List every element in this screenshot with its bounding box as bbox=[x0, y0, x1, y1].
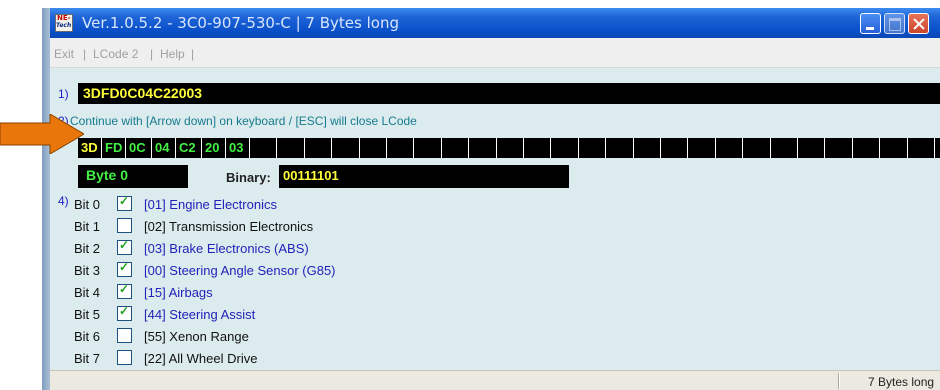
byte-cell[interactable] bbox=[716, 138, 744, 158]
bit-description: [44] Steering Assist bbox=[144, 307, 256, 322]
section-1-number: 1) bbox=[58, 87, 69, 101]
binary-value-box: 00111101 bbox=[279, 165, 569, 188]
byte-cell-value: 0C bbox=[129, 140, 146, 155]
menu-separator: | bbox=[83, 47, 87, 61]
bit-checkbox[interactable] bbox=[117, 350, 132, 365]
app-logo-top-text: NE- bbox=[57, 14, 71, 22]
menu-item-exit[interactable]: Exit bbox=[54, 47, 74, 61]
byte-cell-value: FD bbox=[105, 140, 123, 155]
byte-cell[interactable] bbox=[798, 138, 826, 158]
menu-separator: | bbox=[191, 47, 195, 61]
bit-checkbox[interactable] bbox=[117, 218, 132, 233]
lcode-window: NE- Tech Ver.1.0.5.2 - 3C0-907-530-C | 7… bbox=[50, 8, 940, 390]
byte-cell[interactable] bbox=[606, 138, 634, 158]
byte-cell[interactable] bbox=[579, 138, 607, 158]
byte-cell-value: 20 bbox=[205, 140, 220, 155]
menu-bar: Exit | LCode 2 | Help | bbox=[50, 38, 940, 68]
byte-cell[interactable] bbox=[634, 138, 661, 158]
byte-cell[interactable] bbox=[387, 138, 415, 158]
main-content: 1) 3DFD0C04C22003 2) Continue with [Arro… bbox=[50, 68, 940, 370]
byte-cell[interactable] bbox=[853, 138, 881, 158]
bit-description: [00] Steering Angle Sensor (G85) bbox=[144, 263, 336, 278]
byte-cell[interactable] bbox=[277, 138, 305, 158]
orange-arrow-icon bbox=[0, 114, 84, 154]
byte-cell[interactable]: 0C bbox=[126, 138, 152, 158]
menu-item-lcode2[interactable]: LCode 2 bbox=[93, 47, 138, 61]
bit-label: Bit 2 bbox=[74, 241, 101, 256]
minimize-button[interactable] bbox=[860, 13, 881, 34]
bit-description: [55] Xenon Range bbox=[144, 329, 249, 344]
byte-cell[interactable] bbox=[497, 138, 524, 158]
byte-cell[interactable] bbox=[305, 138, 333, 158]
bit-description: [15] Airbags bbox=[144, 285, 213, 300]
title-bar[interactable]: NE- Tech Ver.1.0.5.2 - 3C0-907-530-C | 7… bbox=[50, 8, 940, 38]
byte-cell[interactable] bbox=[661, 138, 689, 158]
byte-cell[interactable]: 20 bbox=[202, 138, 226, 158]
bit-description: [01] Engine Electronics bbox=[144, 197, 277, 212]
bit-description: [03] Brake Electronics (ABS) bbox=[144, 241, 309, 256]
menu-item-help[interactable]: Help bbox=[160, 47, 185, 61]
checkmark-icon: ✓ bbox=[119, 282, 130, 296]
byte-cell-value: C2 bbox=[179, 140, 196, 155]
app-logo-icon: NE- Tech bbox=[55, 14, 73, 32]
byte-cell[interactable] bbox=[524, 138, 552, 158]
screenshot-stage: NE- Tech Ver.1.0.5.2 - 3C0-907-530-C | 7… bbox=[0, 0, 940, 390]
bit-checkbox[interactable]: ✓ bbox=[117, 260, 132, 277]
checkmark-icon: ✓ bbox=[119, 238, 130, 252]
bit-checkbox[interactable] bbox=[117, 328, 132, 343]
byte-cell[interactable] bbox=[825, 138, 853, 158]
selected-byte-box: Byte 0 bbox=[78, 165, 188, 188]
app-logo-bottom-text: Tech bbox=[56, 22, 72, 29]
byte-cell[interactable] bbox=[908, 138, 935, 158]
byte-cell[interactable] bbox=[880, 138, 908, 158]
byte-cell-value: 04 bbox=[155, 140, 170, 155]
full-code-value: 3DFD0C04C22003 bbox=[83, 85, 203, 101]
byte-strip: 3D FD 0C 04 C2 20 03 bbox=[78, 138, 940, 158]
close-button[interactable] bbox=[908, 13, 929, 34]
bit-label: Bit 7 bbox=[74, 351, 101, 366]
checkmark-icon: ✓ bbox=[119, 304, 130, 318]
byte-cell[interactable] bbox=[360, 138, 387, 158]
bit-checkbox[interactable]: ✓ bbox=[117, 194, 132, 211]
byte-cell[interactable] bbox=[332, 138, 360, 158]
bit-checkbox[interactable]: ✓ bbox=[117, 304, 132, 321]
instruction-text: Continue with [Arrow down] on keyboard /… bbox=[70, 114, 417, 128]
checkmark-icon: ✓ bbox=[119, 194, 130, 208]
menu-separator: | bbox=[150, 47, 154, 61]
window-title: Ver.1.0.5.2 - 3C0-907-530-C | 7 Bytes lo… bbox=[82, 14, 399, 32]
full-code-field[interactable]: 3DFD0C04C22003 bbox=[78, 83, 940, 104]
status-text: 7 Bytes long bbox=[868, 375, 935, 389]
byte-cell[interactable]: 03 bbox=[226, 138, 250, 158]
bit-description: [02] Transmission Electronics bbox=[144, 219, 314, 234]
status-bar: 7 Bytes long bbox=[50, 370, 940, 390]
byte-cell[interactable] bbox=[414, 138, 442, 158]
maximize-button[interactable] bbox=[884, 13, 905, 34]
byte-cell-value: 03 bbox=[229, 140, 244, 155]
bit-label: Bit 5 bbox=[74, 307, 101, 322]
byte-cell[interactable] bbox=[688, 138, 716, 158]
byte-cell[interactable]: C2 bbox=[176, 138, 202, 158]
binary-label: Binary: bbox=[226, 170, 271, 185]
byte-cell[interactable]: FD bbox=[102, 138, 126, 158]
byte-cell[interactable] bbox=[250, 138, 278, 158]
selected-byte-label: Byte 0 bbox=[86, 167, 129, 183]
bit-label: Bit 4 bbox=[74, 285, 101, 300]
status-divider bbox=[838, 373, 840, 389]
byte-cell[interactable] bbox=[551, 138, 579, 158]
section-4-number: 4) bbox=[58, 194, 69, 208]
checkmark-icon: ✓ bbox=[119, 260, 130, 274]
bit-label: Bit 6 bbox=[74, 329, 101, 344]
bit-label: Bit 3 bbox=[74, 263, 101, 278]
byte-cell[interactable] bbox=[743, 138, 771, 158]
bit-checkbox[interactable]: ✓ bbox=[117, 282, 132, 299]
bit-label: Bit 0 bbox=[74, 197, 101, 212]
byte-cell[interactable] bbox=[771, 138, 798, 158]
binary-value: 00111101 bbox=[283, 168, 339, 183]
bit-checkbox[interactable]: ✓ bbox=[117, 238, 132, 255]
byte-cell[interactable] bbox=[469, 138, 497, 158]
bit-description: [22] All Wheel Drive bbox=[144, 351, 258, 366]
byte-cell[interactable]: 04 bbox=[152, 138, 176, 158]
bit-label: Bit 1 bbox=[74, 219, 101, 234]
byte-cell[interactable] bbox=[442, 138, 470, 158]
